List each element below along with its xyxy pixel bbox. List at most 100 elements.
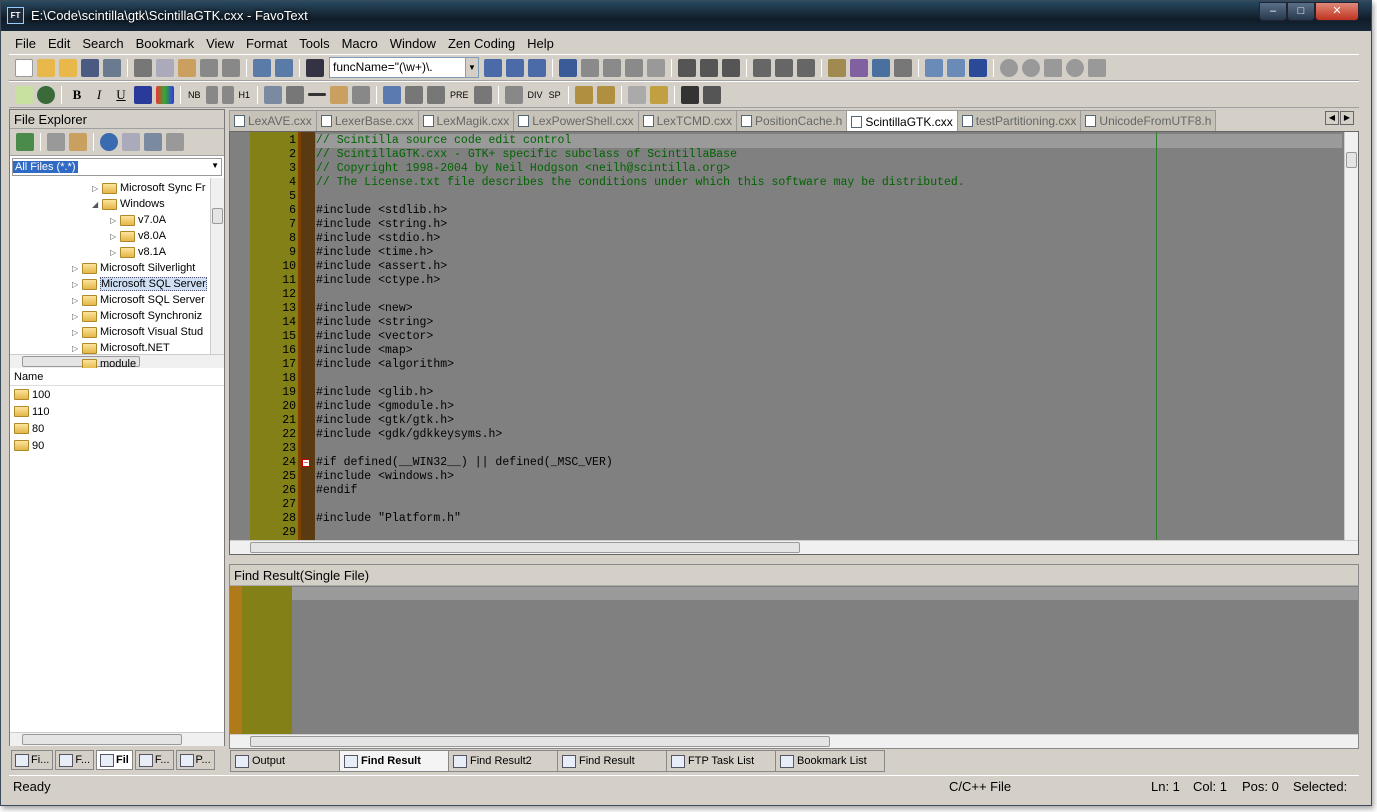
tree-node[interactable]: ▷ Microsoft Sync Fr <box>92 180 206 196</box>
globe-icon[interactable] <box>37 85 55 104</box>
code-line[interactable]: // ScintillaGTK.cxx - GTK+ specific subc… <box>316 148 737 162</box>
font-icon[interactable] <box>504 85 523 104</box>
redo-icon[interactable] <box>222 58 240 77</box>
menu-view[interactable]: View <box>200 36 240 51</box>
list-horizontal-scrollbar[interactable] <box>10 732 224 746</box>
expand-icon[interactable]: ▷ <box>72 280 82 289</box>
menu-tools[interactable]: Tools <box>293 36 335 51</box>
right-align-icon[interactable] <box>427 85 446 104</box>
chevron-down-icon[interactable]: ▼ <box>465 58 478 77</box>
code-line[interactable]: #if defined(__WIN32__) || defined(_MSC_V… <box>316 456 613 470</box>
script-icon[interactable] <box>574 85 593 104</box>
link-icon[interactable] <box>286 85 305 104</box>
code-editor[interactable]: 1 // Scintilla source code edit control 2 /… <box>229 131 1359 555</box>
bottom-tab[interactable]: Bookmark List <box>775 750 885 772</box>
new-file-icon[interactable] <box>15 58 33 77</box>
status-language[interactable]: C/C++ File <box>949 779 1011 794</box>
document-icon[interactable] <box>15 85 33 104</box>
editor-tab[interactable]: LexerBase.cxx <box>315 110 419 131</box>
tree-node[interactable]: ▷ Microsoft Silverlight <box>72 260 195 276</box>
expand-icon[interactable]: ▷ <box>72 328 82 337</box>
paste-icon[interactable] <box>178 58 196 77</box>
editor-tab[interactable]: LexMagik.cxx <box>417 110 515 131</box>
tree-node[interactable]: ▷ v8.0A <box>110 228 166 244</box>
tree-node[interactable]: ▷ Microsoft SQL Server <box>72 276 207 292</box>
code-line[interactable]: #endif <box>316 484 357 498</box>
expand-icon[interactable]: ▷ <box>72 344 82 353</box>
tree-node[interactable]: ▷ v8.1A <box>110 244 166 260</box>
bottom-tab[interactable]: Find Result <box>339 750 449 772</box>
clear-bookmarks-icon[interactable] <box>625 58 643 77</box>
code-line[interactable]: #include <stdlib.h> <box>316 204 447 218</box>
back-icon[interactable] <box>1000 58 1018 77</box>
grid-icon[interactable] <box>702 85 721 104</box>
form-icon[interactable] <box>627 85 646 104</box>
sigma-icon[interactable] <box>352 85 371 104</box>
nbsp-button[interactable]: NB <box>188 90 201 100</box>
editor-vertical-scrollbar[interactable] <box>1344 132 1358 540</box>
editor-tab[interactable]: LexTCMD.cxx <box>637 110 737 131</box>
panel-tab[interactable]: F... <box>55 750 95 770</box>
code-line[interactable]: #include <algorithm> <box>316 358 454 372</box>
code-line[interactable]: #include <string> <box>316 316 433 330</box>
code-line[interactable]: #include "Platform.h" <box>316 512 461 526</box>
tree-node[interactable]: ▷ Microsoft Synchroniz <box>72 308 202 324</box>
code-line[interactable]: #include <gdk/gdkkeysyms.h> <box>316 428 502 442</box>
stop-icon[interactable] <box>1066 58 1084 77</box>
tree-node[interactable]: ▷ Microsoft Visual Stud <box>72 324 203 340</box>
menu-help[interactable]: Help <box>521 36 560 51</box>
list-item[interactable]: 90 <box>10 437 224 454</box>
open-folder-icon[interactable] <box>37 58 55 77</box>
open-recent-icon[interactable] <box>59 58 77 77</box>
next-bookmark-icon[interactable] <box>581 58 599 77</box>
editor-tab[interactable]: ScintillaGTK.cxx <box>846 110 958 131</box>
result-horizontal-scrollbar[interactable] <box>230 734 1358 748</box>
code-line[interactable]: // Copyright 1998-2004 by Neil Hodgson <… <box>316 162 730 176</box>
align-right-icon[interactable] <box>722 58 740 77</box>
editor-horizontal-scrollbar[interactable] <box>230 540 1358 554</box>
scroll-thumb[interactable] <box>250 542 800 553</box>
scroll-thumb[interactable] <box>212 208 223 224</box>
expand-icon[interactable]: ▷ <box>72 312 82 321</box>
tree-node[interactable]: ▷ Microsoft.NET <box>72 340 170 356</box>
spell-check-icon[interactable] <box>850 58 868 77</box>
refresh-icon[interactable] <box>100 133 118 151</box>
code-line[interactable]: #include <windows.h> <box>316 470 454 484</box>
indent-icon[interactable] <box>275 58 293 77</box>
code-line[interactable]: #include <glib.h> <box>316 386 433 400</box>
home-icon[interactable] <box>1088 58 1106 77</box>
word-wrap-icon[interactable] <box>753 58 771 77</box>
code-line[interactable]: #include <stdio.h> <box>316 232 440 246</box>
center-icon[interactable] <box>405 85 424 104</box>
expand-icon[interactable]: ▷ <box>92 184 102 193</box>
list-item[interactable]: 100 <box>10 386 224 403</box>
expand-icon[interactable]: ◢ <box>92 200 102 209</box>
tree-node[interactable]: ▷ v7.0A <box>110 212 166 228</box>
bottom-tab[interactable]: Find Result <box>557 750 667 772</box>
editor-tab[interactable]: PositionCache.h <box>735 110 848 131</box>
refresh-icon[interactable] <box>1044 58 1062 77</box>
expand-icon[interactable]: ▷ <box>110 232 120 241</box>
home-icon[interactable] <box>47 133 65 151</box>
undo-icon[interactable] <box>200 58 218 77</box>
code-line[interactable]: #include <string.h> <box>316 218 447 232</box>
menu-zen-coding[interactable]: Zen Coding <box>442 36 521 51</box>
edit-icon[interactable] <box>330 85 349 104</box>
code-line[interactable]: #include <gtk/gtk.h> <box>316 414 454 428</box>
replace-icon[interactable] <box>528 58 546 77</box>
line-break-icon[interactable] <box>205 85 218 104</box>
code-line[interactable]: #include <ctype.h> <box>316 274 440 288</box>
expand-icon[interactable]: ▷ <box>72 296 82 305</box>
search-combo[interactable]: funcName="(\w+)\. ▼ <box>329 57 479 78</box>
chevron-down-icon[interactable]: ▼ <box>211 161 219 170</box>
code-line[interactable]: #include <gmodule.h> <box>316 400 454 414</box>
line-numbers-icon[interactable] <box>775 58 793 77</box>
fullscreen-icon[interactable] <box>969 58 987 77</box>
tools-icon[interactable] <box>894 58 912 77</box>
panel-tab[interactable]: Fil <box>96 750 133 770</box>
fold-collapse-icon[interactable]: − <box>302 459 310 467</box>
frame-icon[interactable] <box>649 85 668 104</box>
align-center-icon[interactable] <box>700 58 718 77</box>
toggle-bookmark-icon[interactable] <box>559 58 577 77</box>
app-icon[interactable]: FT <box>7 7 24 24</box>
